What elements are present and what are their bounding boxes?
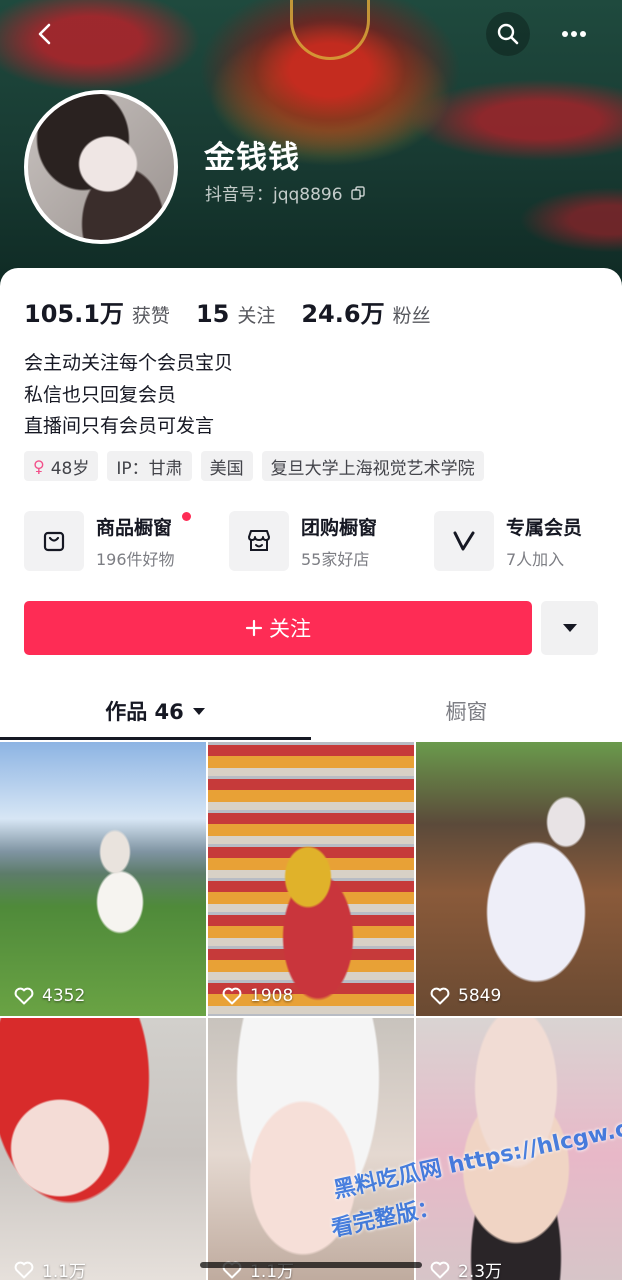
v-icon — [453, 531, 475, 551]
like-count: 1.1万 — [14, 1257, 86, 1280]
feature-icon-box — [434, 511, 494, 571]
stat-label: 关注 — [237, 305, 276, 327]
follow-button[interactable]: 关注 — [24, 601, 532, 655]
caret-down-icon — [562, 624, 577, 632]
profile-name: 金钱钱 — [204, 140, 300, 176]
heart-icon — [222, 987, 242, 1005]
recommend-dropdown-button[interactable] — [541, 601, 598, 655]
like-count: 2.3万 — [430, 1257, 502, 1280]
feature-membership[interactable]: 专属会员 7人加入 — [434, 510, 622, 572]
profile-card: 105.1万 获赞 15 关注 24.6万 粉丝 会主动关注每个会员宝贝 私信也… — [0, 268, 622, 1280]
post-thumbnail[interactable]: 1.1万 — [0, 1018, 206, 1280]
feature-text: 团购橱窗 55家好店 — [301, 513, 377, 570]
active-tab-indicator — [0, 737, 311, 740]
heart-icon — [430, 987, 450, 1005]
feature-shop-window[interactable]: 商品橱窗 196件好物 — [24, 510, 229, 572]
back-button[interactable] — [24, 12, 68, 56]
tab-shop-window[interactable]: 橱窗 — [311, 681, 622, 741]
tag-label: 美国 — [209, 458, 244, 479]
bio: 会主动关注每个会员宝贝 私信也只回复会员 直播间只有会员可发言 — [24, 348, 233, 443]
feature-icon-box — [229, 511, 289, 571]
more-button[interactable] — [552, 12, 596, 56]
tag-label: IP：甘肃 — [116, 458, 183, 479]
like-count-text: 1908 — [250, 986, 294, 1006]
post-thumbnail[interactable]: 4352 — [0, 742, 206, 1016]
avatar[interactable] — [24, 90, 178, 244]
heart-icon — [430, 1261, 450, 1278]
banner-decoration — [290, 0, 370, 60]
notification-dot — [182, 512, 191, 521]
profile-page: 金钱钱 抖音号：jqq8896 105.1万 获赞 15 关注 24.6万 粉丝 — [0, 0, 622, 1280]
like-count-text: 4352 — [42, 986, 86, 1006]
feature-subtitle: 55家好店 — [301, 549, 370, 569]
store-icon — [248, 530, 270, 551]
like-count: 1.1万 — [222, 1257, 294, 1280]
post-grid: 4352 1908 5849 1.1万 1.1万 2.3万 — [0, 742, 622, 1280]
caret-down-icon — [192, 707, 205, 715]
stats-row: 105.1万 获赞 15 关注 24.6万 粉丝 — [24, 294, 431, 329]
search-icon — [497, 23, 519, 45]
feature-row: 商品橱窗 196件好物 团购橱窗 55家好店 专属会员 7人加入 — [24, 510, 622, 572]
like-count-text: 2.3万 — [458, 1262, 503, 1280]
copy-icon[interactable] — [350, 185, 365, 200]
stat-value: 15 — [195, 300, 230, 328]
douyin-id[interactable]: 抖音号：jqq8896 — [205, 180, 365, 205]
tag-label: 48岁 — [50, 458, 90, 479]
follow-label: 关注 — [269, 617, 311, 641]
like-count-text: 1.1万 — [250, 1262, 295, 1280]
stat-following[interactable]: 15 关注 — [196, 300, 275, 328]
feature-text: 专属会员 7人加入 — [506, 513, 582, 570]
tab-label: 橱窗 — [445, 700, 488, 724]
feature-title: 专属会员 — [506, 516, 583, 539]
tag-label: 复旦大学上海视觉艺术学院 — [270, 458, 475, 479]
feature-icon-box — [24, 511, 84, 571]
tab-works[interactable]: 作品 46 — [0, 681, 311, 741]
stat-value: 24.6万 — [301, 300, 385, 328]
bio-line: 会主动关注每个会员宝贝 — [24, 352, 234, 374]
post-thumbnail[interactable]: 1908 — [208, 742, 414, 1016]
profile-tags: ♀ 48岁 IP：甘肃 美国 复旦大学上海视觉艺术学院 — [24, 451, 484, 481]
stat-label: 获赞 — [131, 305, 170, 327]
stat-value: 105.1万 — [24, 300, 124, 328]
chevron-left-icon — [38, 23, 51, 45]
tab-label: 作品 46 — [105, 700, 184, 724]
tag-location: 美国 — [200, 451, 253, 481]
post-thumbnail[interactable]: 1.1万 — [208, 1018, 414, 1280]
feature-title: 商品橱窗 — [96, 516, 173, 539]
like-count: 4352 — [14, 986, 85, 1006]
feature-subtitle: 196件好物 — [96, 549, 175, 569]
stat-followers[interactable]: 24.6万 粉丝 — [301, 294, 430, 329]
feature-text: 商品橱窗 196件好物 — [96, 513, 175, 570]
douyin-id-text: 抖音号：jqq8896 — [205, 185, 343, 205]
profile-banner: 金钱钱 抖音号：jqq8896 — [0, 0, 622, 290]
feature-subtitle: 7人加入 — [506, 549, 565, 569]
plus-icon — [245, 619, 263, 637]
bio-line: 私信也只回复会员 — [24, 383, 177, 406]
stat-label: 粉丝 — [392, 305, 431, 327]
like-count-text: 5849 — [458, 986, 502, 1006]
heart-icon — [14, 987, 34, 1005]
female-icon: ♀ — [33, 456, 45, 476]
bio-line: 直播间只有会员可发言 — [24, 415, 215, 437]
search-button[interactable] — [486, 12, 530, 56]
home-indicator — [200, 1262, 422, 1268]
stat-likes[interactable]: 105.1万 获赞 — [24, 294, 170, 329]
tag-age: ♀ 48岁 — [24, 451, 99, 481]
like-count: 5849 — [430, 986, 501, 1006]
more-dots-icon — [562, 31, 586, 37]
feature-group-buy[interactable]: 团购橱窗 55家好店 — [229, 510, 434, 572]
bag-icon — [43, 531, 65, 552]
heart-icon — [14, 1261, 34, 1278]
content-tabs: 作品 46 橱窗 — [0, 681, 622, 741]
like-count-text: 1.1万 — [42, 1262, 87, 1280]
tag-school[interactable]: 复旦大学上海视觉艺术学院 — [261, 451, 484, 481]
post-thumbnail[interactable]: 5849 — [416, 742, 622, 1016]
like-count: 1908 — [222, 986, 293, 1006]
tag-ip: IP：甘肃 — [107, 451, 192, 481]
feature-title: 团购橱窗 — [301, 516, 378, 539]
